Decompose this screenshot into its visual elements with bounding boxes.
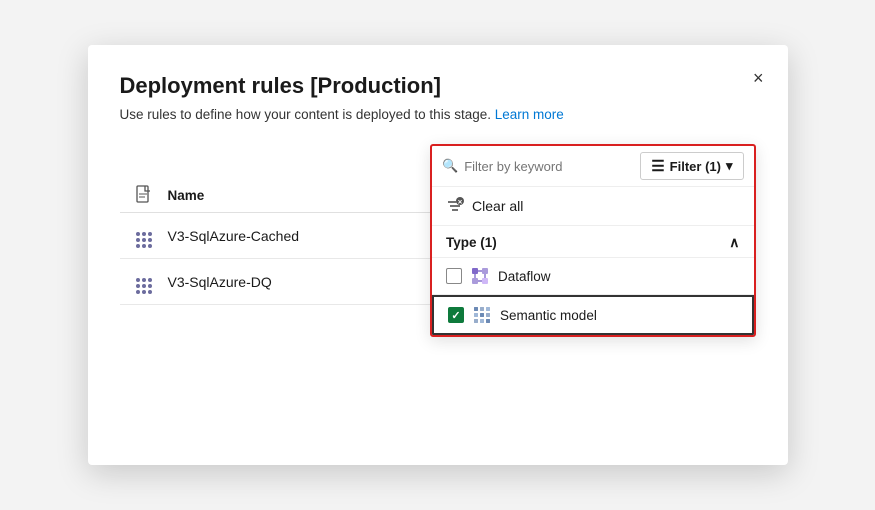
type-section-header: Type (1) ∧ — [432, 226, 753, 258]
dataflow-label: Dataflow — [498, 269, 551, 284]
filter-button[interactable]: ☰ Filter (1) ▾ — [640, 152, 743, 180]
row-2-type-icon — [136, 278, 152, 294]
row-2-icon — [120, 269, 168, 294]
semantic-model-icon — [472, 305, 492, 325]
row-1-type-icon — [136, 232, 152, 248]
dataflow-checkbox[interactable] — [446, 268, 462, 284]
learn-more-link[interactable]: Learn more — [495, 107, 564, 122]
deployment-rules-dialog: × Deployment rules [Production] Use rule… — [88, 45, 788, 465]
filter-panel-search-row: 🔍 ☰ Filter (1) ▾ — [432, 146, 753, 187]
filter-panel: 🔍 ☰ Filter (1) ▾ — [430, 144, 755, 337]
semantic-model-label: Semantic model — [500, 308, 597, 323]
clear-all-icon: ✕ — [446, 197, 464, 215]
filter-option-semantic-model[interactable]: Semantic model — [432, 295, 753, 335]
panel-search-icon: 🔍 — [442, 158, 458, 174]
filter-option-dataflow[interactable]: Dataflow — [432, 258, 753, 295]
semantic-model-checkbox[interactable] — [448, 307, 464, 323]
filter-dropdown-wrapper: 🔍 ☰ Filter (1) ▾ — [430, 144, 755, 337]
toolbar-row: 🔍 Filter by keyword 🔍 ☰ Filter (1) ▾ — [120, 144, 756, 173]
filter-keyword-input[interactable] — [464, 159, 640, 174]
dataflow-icon — [470, 266, 490, 286]
row-1-icon — [120, 223, 168, 248]
clear-all-row[interactable]: ✕ Clear all — [432, 187, 753, 226]
dialog-title: Deployment rules [Production] — [120, 73, 756, 99]
chevron-down-icon: ▾ — [726, 158, 733, 174]
svg-text:✕: ✕ — [458, 199, 463, 206]
type-section-label: Type (1) — [446, 235, 497, 250]
clear-all-label: Clear all — [472, 198, 523, 214]
filter-lines-icon: ☰ — [651, 157, 664, 175]
close-button[interactable]: × — [749, 65, 768, 91]
collapse-icon[interactable]: ∧ — [729, 234, 739, 251]
dialog-subtitle: Use rules to define how your content is … — [120, 107, 756, 122]
table-col-icon-header — [120, 185, 168, 206]
